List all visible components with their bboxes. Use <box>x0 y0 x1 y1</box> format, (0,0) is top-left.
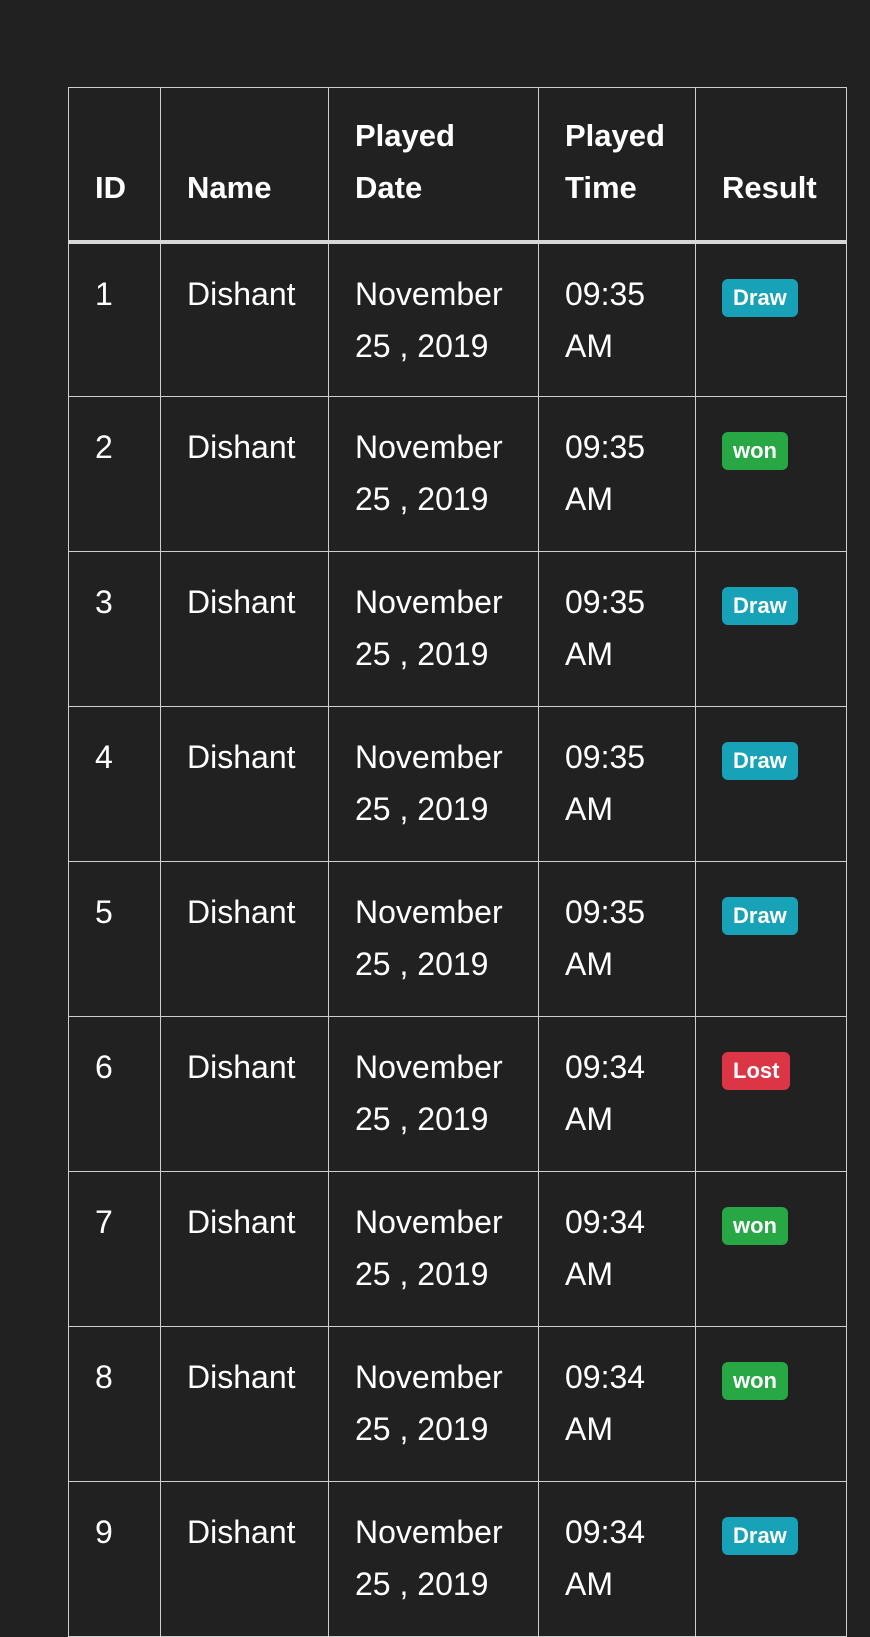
result-badge-draw: Draw <box>722 742 798 780</box>
result-badge-draw: Draw <box>722 1517 798 1555</box>
table-row: 3 Dishant November 25 , 2019 09:35 AM Draw <box>68 551 847 707</box>
table-row: 6 Dishant November 25 , 2019 09:34 AM Lost <box>68 1016 847 1172</box>
header-played-time: Played Time <box>538 87 696 244</box>
cell-id: 6 <box>68 1016 161 1172</box>
cell-played-time: 09:35 AM <box>538 861 696 1017</box>
cell-played-time: 09:35 AM <box>538 241 696 397</box>
cell-id: 3 <box>68 551 161 707</box>
cell-result: Draw <box>695 706 847 862</box>
cell-played-date: November 25 , 2019 <box>328 551 539 707</box>
cell-name: Dishant <box>160 551 329 707</box>
cell-result: Draw <box>695 861 847 1017</box>
game-history-table-wrapper: ID Name Played Date Played Time Result 1… <box>68 87 847 1637</box>
cell-played-time: 09:35 AM <box>538 396 696 552</box>
cell-played-date: November 25 , 2019 <box>328 396 539 552</box>
cell-name: Dishant <box>160 1016 329 1172</box>
result-badge-lost: Lost <box>722 1052 791 1090</box>
cell-name: Dishant <box>160 706 329 862</box>
header-result: Result <box>695 87 847 244</box>
cell-result: Lost <box>695 1016 847 1172</box>
cell-played-date: November 25 , 2019 <box>328 706 539 862</box>
cell-id: 8 <box>68 1326 161 1482</box>
cell-played-time: 09:35 AM <box>538 706 696 862</box>
result-badge-won: won <box>722 1207 788 1245</box>
cell-played-time: 09:34 AM <box>538 1326 696 1482</box>
cell-name: Dishant <box>160 861 329 1017</box>
game-history-table: ID Name Played Date Played Time Result 1… <box>68 87 847 1637</box>
table-row: 1 Dishant November 25 , 2019 09:35 AM Draw <box>68 241 847 397</box>
cell-name: Dishant <box>160 241 329 397</box>
cell-result: won <box>695 1326 847 1482</box>
result-badge-won: won <box>722 432 788 470</box>
cell-name: Dishant <box>160 396 329 552</box>
table-row: 2 Dishant November 25 , 2019 09:35 AM won <box>68 396 847 552</box>
cell-played-date: November 25 , 2019 <box>328 1326 539 1482</box>
cell-name: Dishant <box>160 1481 329 1637</box>
cell-played-date: November 25 , 2019 <box>328 241 539 397</box>
result-badge-draw: Draw <box>722 897 798 935</box>
cell-name: Dishant <box>160 1326 329 1482</box>
cell-id: 2 <box>68 396 161 552</box>
cell-played-time: 09:34 AM <box>538 1016 696 1172</box>
result-badge-won: won <box>722 1362 788 1400</box>
cell-id: 4 <box>68 706 161 862</box>
cell-id: 9 <box>68 1481 161 1637</box>
cell-played-date: November 25 , 2019 <box>328 1016 539 1172</box>
table-row: 8 Dishant November 25 , 2019 09:34 AM won <box>68 1326 847 1482</box>
header-played-date: Played Date <box>328 87 539 244</box>
cell-played-time: 09:34 AM <box>538 1171 696 1327</box>
result-badge-draw: Draw <box>722 278 798 317</box>
cell-played-time: 09:35 AM <box>538 551 696 707</box>
table-row: 9 Dishant November 25 , 2019 09:34 AM Draw <box>68 1481 847 1637</box>
cell-id: 1 <box>68 241 161 397</box>
cell-id: 7 <box>68 1171 161 1327</box>
cell-id: 5 <box>68 861 161 1017</box>
table-header: ID Name Played Date Played Time Result <box>68 87 847 244</box>
cell-played-date: November 25 , 2019 <box>328 861 539 1017</box>
header-id: ID <box>68 87 161 244</box>
cell-played-date: November 25 , 2019 <box>328 1481 539 1637</box>
table-row: 5 Dishant November 25 , 2019 09:35 AM Draw <box>68 861 847 1017</box>
header-row: ID Name Played Date Played Time Result <box>68 87 847 244</box>
cell-result: Draw <box>695 1481 847 1637</box>
header-name: Name <box>160 87 329 244</box>
table-body: 1 Dishant November 25 , 2019 09:35 AM Draw 2 D… <box>68 241 847 1637</box>
cell-result: Draw <box>695 551 847 707</box>
cell-result: won <box>695 1171 847 1327</box>
table-row: 4 Dishant November 25 , 2019 09:35 AM Draw <box>68 706 847 862</box>
cell-played-date: November 25 , 2019 <box>328 1171 539 1327</box>
cell-name: Dishant <box>160 1171 329 1327</box>
cell-result: Draw <box>695 241 847 397</box>
cell-played-time: 09:34 AM <box>538 1481 696 1637</box>
table-row: 7 Dishant November 25 , 2019 09:34 AM won <box>68 1171 847 1327</box>
result-badge-draw: Draw <box>722 587 798 625</box>
cell-result: won <box>695 396 847 552</box>
